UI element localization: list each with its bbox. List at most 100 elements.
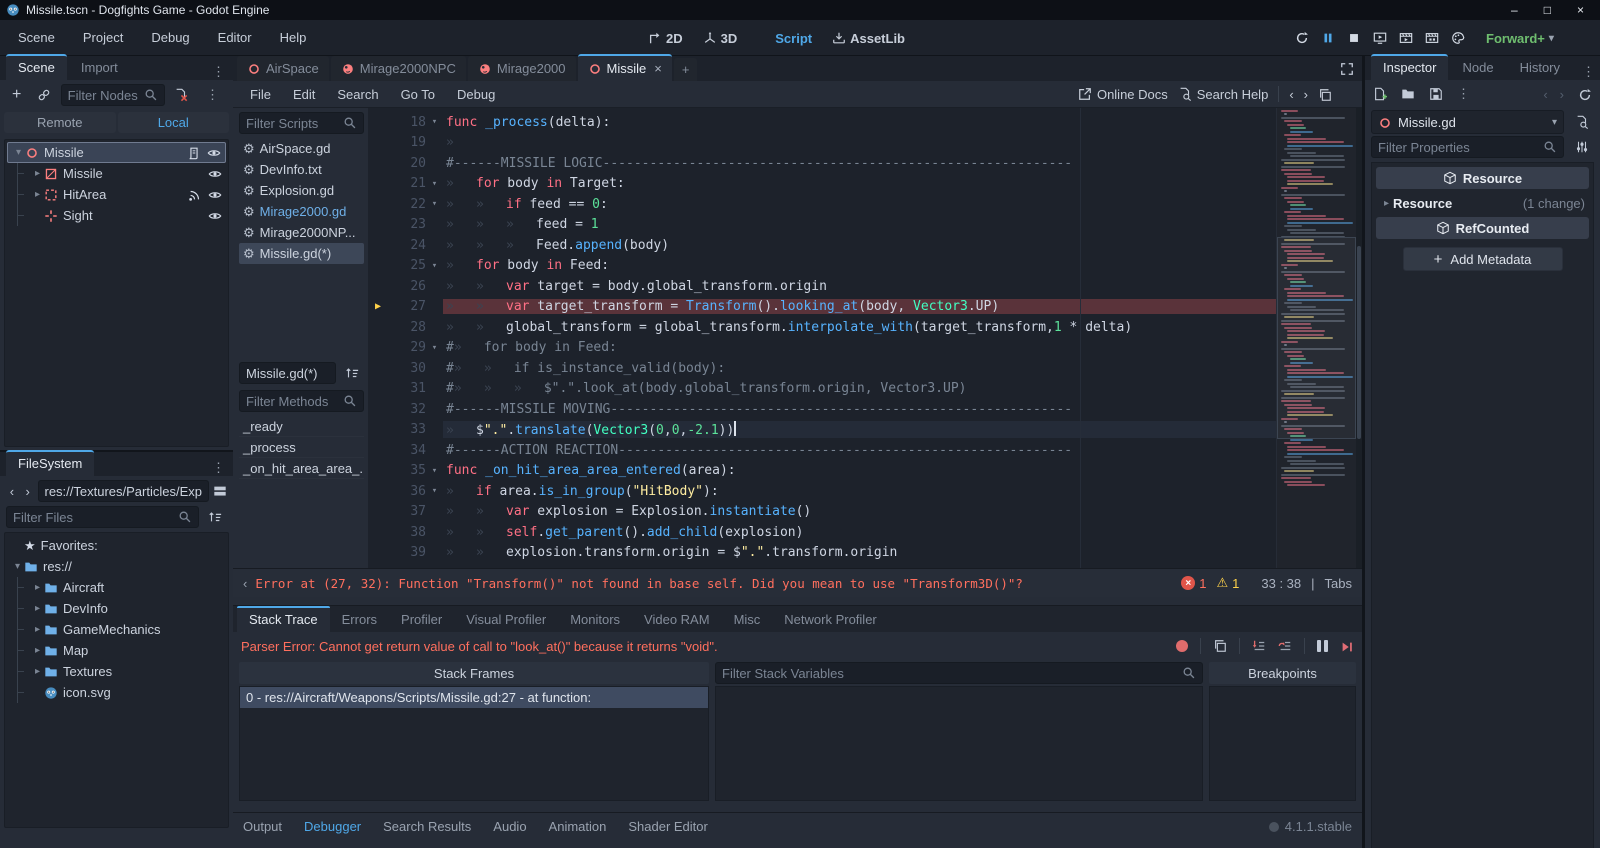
- resource-extra-menu-icon[interactable]: ⋮: [1457, 86, 1470, 102]
- tab-inspector[interactable]: Inspector: [1371, 54, 1449, 80]
- code-line-32[interactable]: 32 #------MISSILE MOVING----------------…: [368, 399, 1362, 420]
- script-menu-go-to[interactable]: Go To: [392, 84, 444, 105]
- inspector-back-button[interactable]: ‹: [1543, 87, 1547, 102]
- stack-frame-0[interactable]: 0 - res://Aircraft/Weapons/Scripts/Missi…: [240, 687, 708, 708]
- code-line-33[interactable]: 33 » $".".translate(Vector3(0,0,-2.1)): [368, 420, 1362, 441]
- filter-nodes-input[interactable]: Filter Nodes: [60, 84, 165, 106]
- scene-tree-menu-icon[interactable]: ⋮: [198, 87, 227, 103]
- load-resource-button[interactable]: [1401, 87, 1415, 101]
- fs-item-devinfo[interactable]: ▸ DevInfo: [7, 598, 226, 619]
- scene-tab-mirage2000npc[interactable]: Mirage2000NPC: [330, 56, 466, 81]
- code-line-27[interactable]: ▶ 27 »» var target_transform = Transform(…: [368, 297, 1362, 318]
- debugger-tab-errors[interactable]: Errors: [330, 608, 389, 632]
- instance-scene-button[interactable]: [33, 84, 54, 106]
- expand-icon[interactable]: ▸: [31, 666, 44, 677]
- movie-maker-button[interactable]: [1451, 31, 1465, 45]
- breakpoints-list[interactable]: [1209, 686, 1356, 801]
- remote-tab[interactable]: Remote: [4, 112, 116, 133]
- code-minimap[interactable]: [1276, 108, 1356, 568]
- visibility-icon[interactable]: [208, 167, 222, 181]
- prev-error-button[interactable]: ‹: [243, 576, 247, 591]
- break-button[interactable]: [1317, 640, 1328, 652]
- history-icon[interactable]: [1578, 88, 1592, 102]
- script-item-0[interactable]: ⚙ AirSpace.gd: [239, 138, 364, 159]
- fs-back-button[interactable]: ‹: [6, 480, 18, 502]
- play-custom-scene-button[interactable]: [1425, 31, 1439, 45]
- pause-button[interactable]: [1321, 31, 1335, 45]
- visibility-icon[interactable]: [208, 188, 222, 202]
- error-count-icon[interactable]: ×: [1181, 576, 1196, 590]
- tab-history[interactable]: History: [1508, 54, 1572, 80]
- menu-project[interactable]: Project: [73, 26, 133, 49]
- online-docs-button[interactable]: Online Docs: [1078, 87, 1168, 102]
- resource-category-header[interactable]: Resource: [1376, 167, 1589, 189]
- fold-arrow-icon[interactable]: ▾: [426, 199, 443, 209]
- script-menu-search[interactable]: Search: [328, 84, 387, 105]
- renderer-profile-button[interactable]: Forward+ ▾: [1486, 20, 1554, 56]
- method-item-1[interactable]: _process: [239, 437, 364, 458]
- signal-icon[interactable]: [188, 188, 202, 202]
- continue-button[interactable]: [1340, 640, 1354, 654]
- scene-node-hitarea[interactable]: ▸ HitArea: [7, 184, 226, 205]
- collapse-icon[interactable]: ▾: [12, 147, 25, 158]
- save-resource-button[interactable]: [1429, 87, 1443, 101]
- make-floating-button[interactable]: [1318, 86, 1332, 102]
- status-error-text[interactable]: Error at (27, 32): Function "Transform()…: [255, 576, 1023, 591]
- edited-object-selector[interactable]: Missile.gd ▾: [1371, 110, 1564, 134]
- code-line-20[interactable]: 20 #------MISSILE LOGIC-----------------…: [368, 153, 1362, 174]
- search-help-button[interactable]: Search Help: [1178, 87, 1268, 102]
- visibility-icon[interactable]: [207, 146, 221, 160]
- filter-methods-input[interactable]: Filter Methods: [239, 390, 364, 412]
- script-sort-button[interactable]: [340, 362, 364, 384]
- method-item-2[interactable]: _on_hit_area_area_...: [239, 458, 364, 479]
- script-item-1[interactable]: ⚙ DevInfo.txt: [239, 159, 364, 180]
- stack-frames-list[interactable]: 0 - res://Aircraft/Weapons/Scripts/Missi…: [239, 686, 709, 801]
- fs-sort-button[interactable]: [203, 506, 227, 528]
- bottom-tab-debugger[interactable]: Debugger: [304, 819, 361, 834]
- scene-dock-menu-icon[interactable]: ⋮: [204, 64, 233, 80]
- debugger-tab-stack-trace[interactable]: Stack Trace: [237, 606, 330, 632]
- current-script-dropdown[interactable]: Missile.gd(*): [239, 362, 336, 384]
- indent-type[interactable]: Tabs: [1325, 576, 1352, 591]
- code-line-18[interactable]: 18 ▾ func _process(delta):: [368, 112, 1362, 133]
- fs-path-input[interactable]: res://Textures/Particles/Exp: [37, 480, 209, 502]
- history-forward-button[interactable]: ›: [1304, 87, 1308, 102]
- distraction-free-button[interactable]: [1340, 60, 1354, 76]
- history-back-button[interactable]: ‹: [1289, 87, 1293, 102]
- code-line-29[interactable]: 29 ▾ #» for body in Feed:: [368, 338, 1362, 359]
- expand-icon[interactable]: ▸: [31, 582, 44, 593]
- expand-icon[interactable]: ▸: [31, 645, 44, 656]
- inspector-menu-icon[interactable]: ⋮: [1574, 64, 1600, 80]
- fold-arrow-icon[interactable]: ▾: [426, 261, 443, 271]
- filesystem-menu-icon[interactable]: ⋮: [204, 460, 233, 476]
- script-menu-edit[interactable]: Edit: [284, 84, 324, 105]
- code-line-21[interactable]: 21 ▾ » for body in Target:: [368, 174, 1362, 195]
- code-line-23[interactable]: 23 »»» feed = 1: [368, 215, 1362, 236]
- fs-item-aircraft[interactable]: ▸ Aircraft: [7, 577, 226, 598]
- copy-error-button[interactable]: [1213, 639, 1227, 653]
- script-menu-file[interactable]: File: [241, 84, 280, 105]
- script-menu-debug[interactable]: Debug: [448, 84, 504, 105]
- code-line-22[interactable]: 22 ▾ »» if feed == 0:: [368, 194, 1362, 215]
- tab-node[interactable]: Node: [1450, 54, 1505, 80]
- code-line-37[interactable]: 37 »» var explosion = Explosion.instantia…: [368, 502, 1362, 523]
- debugger-tab-monitors[interactable]: Monitors: [558, 608, 632, 632]
- fold-arrow-icon[interactable]: ▾: [426, 466, 443, 476]
- add-node-button[interactable]: +: [6, 84, 27, 106]
- property-tools-button[interactable]: [1570, 136, 1594, 158]
- stop-button[interactable]: [1347, 31, 1361, 45]
- menu-editor[interactable]: Editor: [208, 26, 262, 49]
- method-item-0[interactable]: _ready: [239, 416, 364, 437]
- fs-item-favorites-[interactable]: ★ Favorites:: [7, 535, 226, 556]
- detach-script-button[interactable]: [171, 84, 192, 106]
- execution-arrow-icon[interactable]: ▶: [368, 301, 388, 312]
- code-line-24[interactable]: 24 »»» Feed.append(body): [368, 235, 1362, 256]
- stack-variables-list[interactable]: [715, 686, 1203, 801]
- fold-arrow-icon[interactable]: ▾: [426, 486, 443, 496]
- play-remote-button[interactable]: [1373, 31, 1387, 45]
- scene-node-missile[interactable]: ▾ Missile: [7, 142, 226, 163]
- fold-arrow-icon[interactable]: ▾: [426, 343, 443, 353]
- filter-scripts-input[interactable]: Filter Scripts: [239, 112, 364, 134]
- collapse-icon[interactable]: ▾: [11, 561, 24, 572]
- expand-icon[interactable]: ▸: [31, 189, 44, 200]
